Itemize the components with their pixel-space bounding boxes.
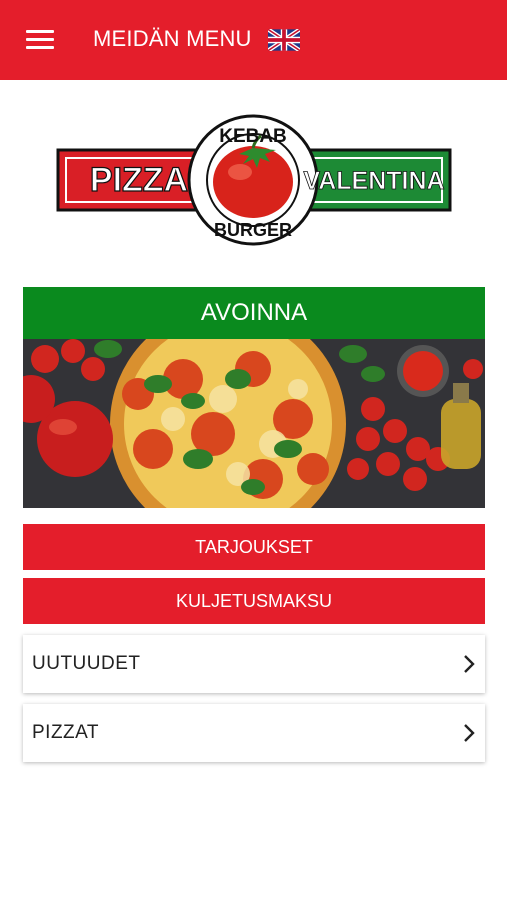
logo-bottom-text: BURGER — [214, 220, 292, 240]
chevron-right-icon — [464, 724, 475, 742]
logo-left-text: PIZZA — [90, 161, 188, 199]
app-header: MEIDÄN MENU — [0, 0, 507, 80]
page-title: MEIDÄN MENU — [93, 26, 252, 51]
category-item-pizzat[interactable]: PIZZAT — [23, 704, 485, 762]
category-label: PIZZAT — [32, 722, 100, 743]
open-status-banner: AVOINNA — [23, 287, 485, 339]
category-item-uutuudet[interactable]: UUTUUDET — [23, 635, 485, 693]
pizza-hero-image — [23, 339, 485, 508]
hamburger-menu-icon[interactable] — [26, 30, 54, 50]
logo-right-text: VALENTINA — [303, 167, 444, 195]
offers-button[interactable]: TARJOUKSET — [23, 524, 485, 570]
restaurant-logo: PIZZA VALENTINA KEBAB BURGER — [56, 114, 452, 246]
uk-flag-icon[interactable] — [268, 29, 300, 51]
logo-top-text: KEBAB — [219, 126, 287, 147]
chevron-right-icon — [464, 655, 475, 673]
delivery-fee-button[interactable]: KULJETUSMAKSU — [23, 578, 485, 624]
category-label: UUTUUDET — [32, 653, 141, 674]
